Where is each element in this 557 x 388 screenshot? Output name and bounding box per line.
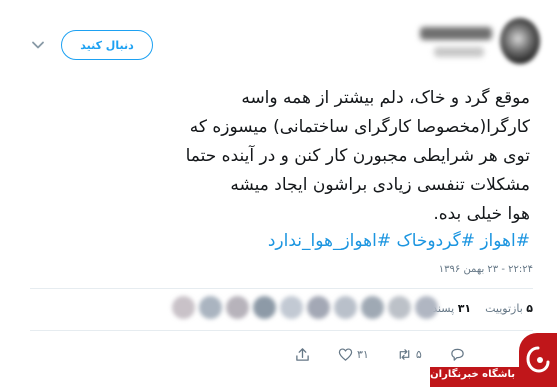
liker-avatar[interactable] <box>253 296 276 319</box>
retweet-action-count: ۵ <box>415 347 422 361</box>
liker-avatar[interactable] <box>172 296 195 319</box>
watermark-emblem <box>519 333 557 387</box>
hashtag-link[interactable]: #گردوخاک <box>397 231 475 251</box>
like-button[interactable]: ۳۱ <box>338 347 369 362</box>
hashtag-link[interactable]: #اهواز_هوا_ندارد <box>268 231 391 251</box>
tweet-line: مشکلات تنفسی زیادی براشون ایجاد میشه <box>230 175 530 195</box>
liker-avatar[interactable] <box>361 296 384 319</box>
author-name[interactable] <box>420 27 492 40</box>
liker-avatar[interactable] <box>415 296 438 319</box>
liker-avatar[interactable] <box>226 296 249 319</box>
liker-avatar[interactable] <box>280 296 303 319</box>
tweet-text: موقع گرد و خاک، دلم بیشتر از همه واسه کا… <box>20 84 530 229</box>
follow-button[interactable]: دنبال کنید <box>61 30 153 60</box>
watermark-text: باشگاه خبرنگاران <box>430 369 515 380</box>
share-button[interactable] <box>295 347 310 362</box>
like-stat-count: ۳۱ <box>457 302 472 315</box>
retweet-stat-count: ۵ <box>526 302 533 315</box>
retweet-stat[interactable]: ۵ بازتوییت <box>482 302 533 315</box>
retweet-icon <box>399 348 410 360</box>
liker-avatar[interactable] <box>199 296 222 319</box>
like-action-count: ۳۱ <box>357 347 369 361</box>
tweet-line: توی هر شرایطی مجبورن کار کنن و در آینده … <box>185 146 530 166</box>
retweet-button[interactable]: ۵ <box>397 347 422 362</box>
like-stat[interactable]: ۳۱ پسند <box>432 302 471 315</box>
avatar[interactable] <box>500 18 540 64</box>
retweet-stat-label: بازتوییت <box>485 302 523 315</box>
follow-button-label: دنبال کنید <box>80 38 134 52</box>
tweet-line: کارگرا(مخصوصا کارگرای ساختمانی) میسوزه ک… <box>189 117 530 137</box>
heart-icon <box>338 347 353 361</box>
tweet-timestamp[interactable]: ۲۲:۲۴ - ۲۳ بهمن ۱۳۹۶ <box>300 264 533 275</box>
divider <box>30 288 533 289</box>
hashtag-link[interactable]: #اهواز <box>480 231 530 251</box>
divider <box>30 330 533 331</box>
watermark-logo: باشگاه خبرنگاران <box>430 333 557 388</box>
author-handle[interactable] <box>434 47 484 57</box>
liker-avatar[interactable] <box>334 296 357 319</box>
tweet-line: موقع گرد و خاک، دلم بیشتر از همه واسه <box>241 88 530 108</box>
tweet-line: هوا خیلی بده. <box>433 204 530 224</box>
hashtags: #اهواز #گردوخاک #اهواز_هوا_ندارد <box>20 227 530 256</box>
liker-avatar[interactable] <box>307 296 330 319</box>
chevron-down-icon[interactable] <box>30 37 46 53</box>
liker-avatars <box>172 296 438 319</box>
emblem-icon <box>526 346 550 373</box>
liker-avatar[interactable] <box>388 296 411 319</box>
share-icon <box>296 347 309 361</box>
